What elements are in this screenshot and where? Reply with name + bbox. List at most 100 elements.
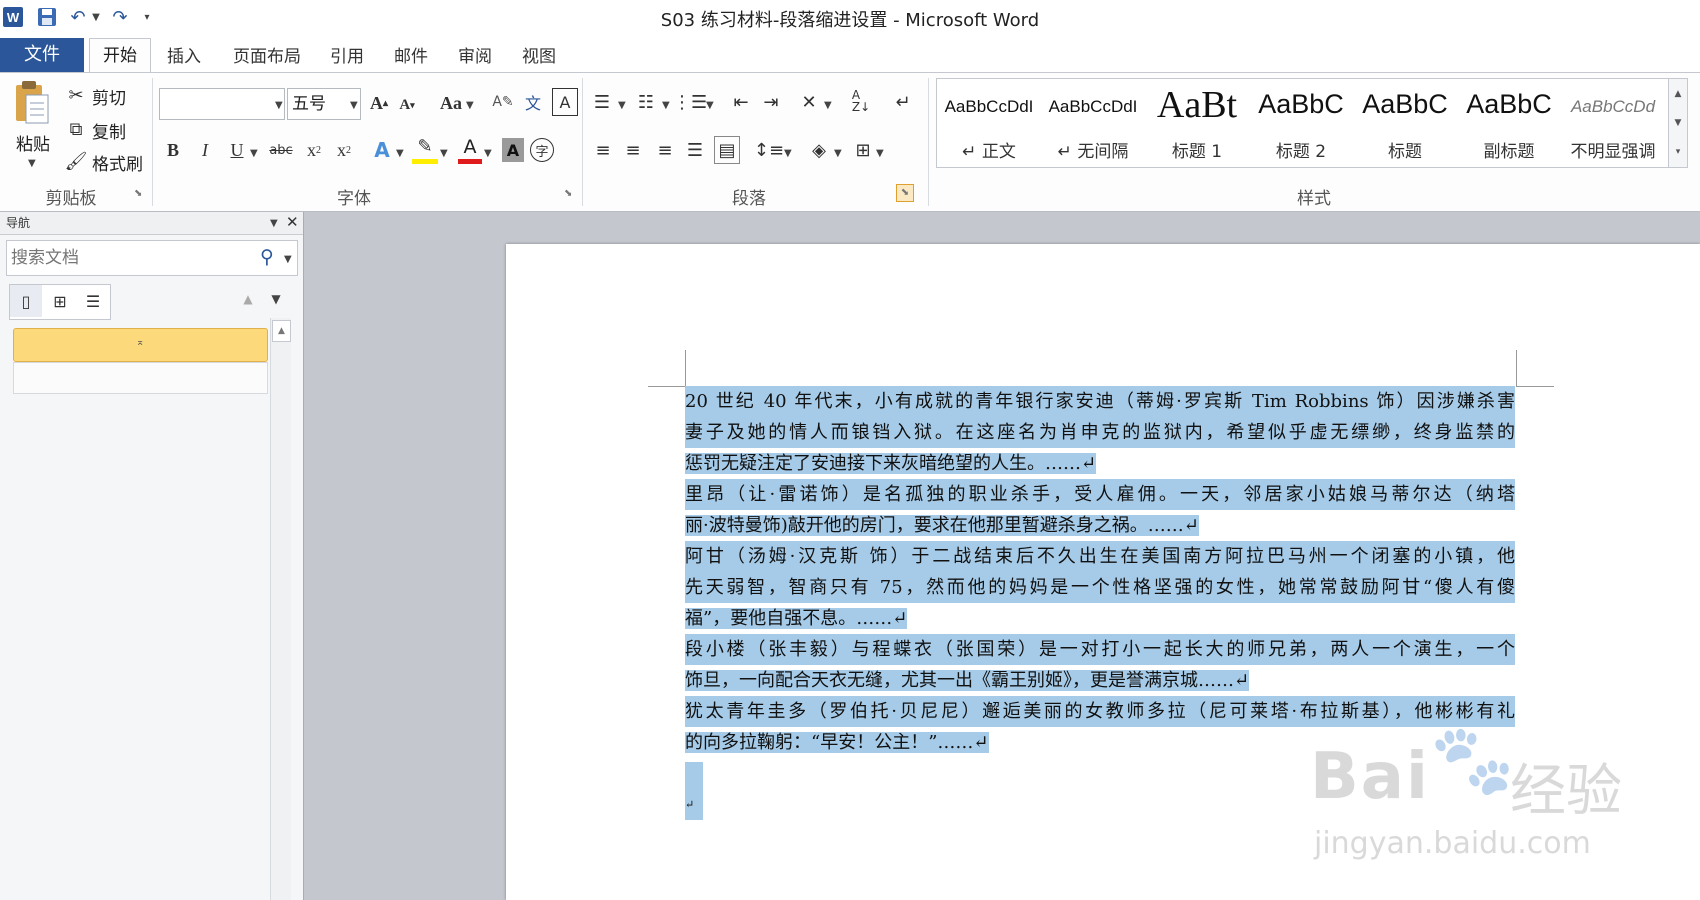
style-normal[interactable]: AaBbCcDdI ↵ 正文 [937,79,1041,167]
enclose-characters-icon[interactable]: 字 [530,138,554,162]
bullets-dropdown-icon[interactable]: ▼ [618,100,626,111]
align-right-icon[interactable]: ≡ [652,136,678,164]
underline-button[interactable]: U [226,136,248,164]
paste-button[interactable]: 粘贴 [13,130,53,155]
scroll-up-icon[interactable]: ▲ [1675,89,1682,99]
results-view-icon[interactable]: ☰ [78,285,108,317]
shrink-font-icon[interactable]: A ▾ [396,92,418,118]
bold-button[interactable]: B [162,136,184,164]
font-color-icon[interactable]: A [458,134,482,164]
chinese-layout-dropdown-icon[interactable]: ▼ [824,100,832,111]
search-input[interactable] [9,243,253,273]
nav-heading-item[interactable] [13,362,268,394]
chinese-layout-icon[interactable]: ✕ [796,88,822,116]
tab-references[interactable]: 引用 [322,42,372,72]
multilevel-list-icon[interactable]: ⋮☰ [673,88,707,116]
tab-file[interactable]: 文件 [0,38,84,72]
style-heading-2[interactable]: AaBbC 标题 2 [1249,79,1353,167]
style-title[interactable]: AaBbC 标题 [1353,79,1457,167]
multilevel-list-dropdown-icon[interactable]: ▼ [706,100,714,111]
shading-dropdown-icon[interactable]: ▼ [834,148,842,159]
highlight-dropdown-icon[interactable]: ▼ [440,148,448,159]
align-left-icon[interactable]: ≡ [590,136,616,164]
nav-scrollbar[interactable]: ▲ [270,318,291,900]
font-color-dropdown-icon[interactable]: ▼ [484,148,492,159]
highlight-icon[interactable]: ✎ [412,134,438,164]
superscript-icon[interactable]: x2 [332,136,356,164]
previous-heading-icon[interactable]: ▲ [238,286,258,312]
copy-button[interactable]: 复制 [92,118,126,143]
font-family-combobox[interactable] [159,88,285,120]
distributed-icon[interactable]: ▤ [714,136,740,164]
show-paragraph-marks-icon[interactable]: ↵ [892,88,914,116]
format-painter-button[interactable]: 格式刷 [92,150,143,175]
paragraph-launcher-icon[interactable]: ⬊ [896,184,914,202]
text-effects-icon[interactable]: A [370,136,394,164]
paragraph[interactable]: 里昂（让·雷诺饰）是名孤独的职业杀手，受人雇佣。一天，邻居家小姑娘马蒂尔达（纳塔… [685,479,1515,541]
tab-page-layout[interactable]: 页面布局 [222,42,312,72]
watermark-text: Bai [1310,740,1430,814]
character-border-icon[interactable]: A [552,88,578,116]
font-family-dropdown-icon[interactable]: ▼ [275,100,283,111]
search-document-box[interactable] [6,240,298,276]
headings-view-icon[interactable]: ▯ [10,285,42,317]
close-icon[interactable]: ✕ [286,213,299,231]
text-line: 惩罚无疑注定了安迪接下来灰暗绝望的人生。……↵ [685,453,1097,474]
numbering-icon[interactable]: ☷ [634,88,658,116]
sort-icon[interactable]: A Z↓ [848,86,874,116]
line-spacing-icon[interactable]: ↕≡ [754,136,784,164]
change-case-dropdown-icon[interactable]: ▼ [466,100,474,111]
search-options-dropdown-icon[interactable]: ▼ [284,254,292,265]
justify-icon[interactable]: ☰ [682,136,708,164]
style-heading-1[interactable]: AaBt 标题 1 [1145,79,1249,167]
decrease-indent-icon[interactable]: ⇤ [728,88,754,116]
paragraph[interactable]: 20 世纪 40 年代末，小有成就的青年银行家安迪（蒂姆·罗宾斯 Tim Rob… [685,386,1515,479]
style-subtle-emphasis[interactable]: AaBbCcDd 不明显强调 [1561,79,1665,167]
scroll-down-icon[interactable]: ▼ [1675,118,1682,128]
scroll-up-icon[interactable]: ▲ [272,320,291,342]
cut-button[interactable]: 剪切 [92,84,126,109]
style-subtitle[interactable]: AaBbC 副标题 [1457,79,1561,167]
clear-formatting-icon[interactable]: A✎ [490,88,516,116]
tab-review[interactable]: 审阅 [450,42,500,72]
tab-insert[interactable]: 插入 [158,42,210,72]
nav-options-dropdown-icon[interactable]: ▼ [270,218,278,229]
nav-heading-item-selected[interactable]: ⌅ [13,328,268,362]
pages-view-icon[interactable]: ⊞ [44,285,76,317]
search-icon[interactable]: ⚲ [256,244,278,270]
font-launcher-icon[interactable]: ⬊ [564,188,572,199]
next-heading-icon[interactable]: ▼ [266,286,286,312]
character-shading-icon[interactable]: A [502,138,524,162]
more-styles-icon[interactable]: ▾ [1676,147,1681,157]
styles-gallery-scroll[interactable]: ▲ ▼ ▾ [1668,78,1688,168]
tab-view[interactable]: 视图 [514,42,564,72]
shading-icon[interactable]: ◈ [806,136,832,164]
align-center-icon[interactable]: ≡ [620,136,646,164]
paragraph[interactable]: 阿甘（汤姆·汉克斯 饰）于二战结束后不久出生在美国南方阿拉巴马州一个闭塞的小镇，… [685,541,1515,634]
text-line: 的向多拉鞠躬：“早安！公主！”……↵ [685,732,989,753]
collapse-icon[interactable]: ⌅ [136,337,144,348]
tab-mailings[interactable]: 邮件 [386,42,436,72]
paste-icon[interactable] [10,78,54,128]
style-sample: AaBbCcDd [1570,97,1656,116]
paste-dropdown-icon[interactable]: ▼ [28,158,36,169]
italic-button[interactable]: I [194,136,216,164]
tab-home[interactable]: 开始 [89,38,151,74]
style-no-spacing[interactable]: AaBbCcDdI ↵ 无间隔 [1041,79,1145,167]
line-spacing-dropdown-icon[interactable]: ▼ [784,148,792,159]
borders-icon[interactable]: ⊞ [850,136,876,164]
bullets-icon[interactable]: ☰ [590,88,614,116]
phonetic-guide-icon[interactable]: 文 [520,88,546,116]
clipboard-launcher-icon[interactable]: ⬊ [134,188,142,199]
subscript-icon[interactable]: x2 [302,136,326,164]
numbering-dropdown-icon[interactable]: ▼ [662,100,670,111]
grow-font-icon[interactable]: A ▴ [368,90,390,116]
underline-dropdown-icon[interactable]: ▼ [250,148,258,159]
paragraph[interactable]: 段小楼（张丰毅）与程蝶衣（张国荣）是一对打小一起长大的师兄弟，两人一个演生，一个… [685,634,1515,696]
font-size-dropdown-icon[interactable]: ▼ [350,100,358,111]
increase-indent-icon[interactable]: ⇥ [758,88,784,116]
strikethrough-button[interactable]: abc [266,136,296,164]
text-effects-dropdown-icon[interactable]: ▼ [396,148,404,159]
borders-dropdown-icon[interactable]: ▼ [876,148,884,159]
change-case-button[interactable]: Aa [436,90,466,116]
